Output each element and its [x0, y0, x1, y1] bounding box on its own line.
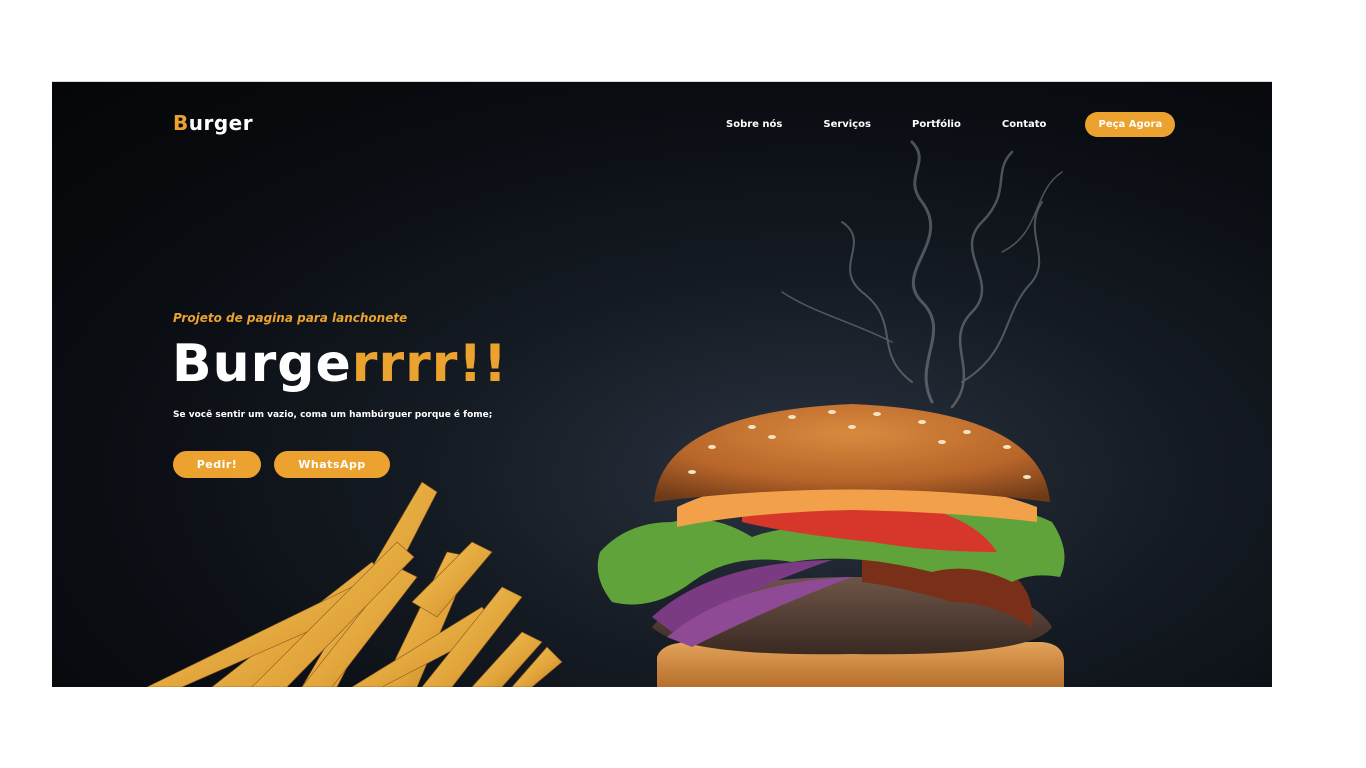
logo-initial: B — [173, 111, 189, 135]
headline-orange-part: rrrr!! — [351, 334, 508, 394]
headline-white-part: Burge — [172, 334, 352, 394]
order-now-button[interactable]: Peça Agora — [1085, 112, 1176, 137]
brand-logo[interactable]: Burger — [173, 111, 253, 135]
whatsapp-button[interactable]: WhatsApp — [274, 451, 390, 478]
nav-item-portfolio[interactable]: Portfólio — [912, 119, 961, 130]
logo-text: urger — [188, 111, 254, 135]
hero-subtitle: Projeto de pagina para lanchonete — [173, 311, 408, 325]
hero-headline: Burgerrrr!! — [172, 332, 508, 396]
hero-section: Burger Sobre nós Serviços Portfólio Cont… — [52, 82, 1272, 687]
nav-item-contato[interactable]: Contato — [1002, 119, 1047, 130]
nav-item-sobre-nos[interactable]: Sobre nós — [726, 119, 782, 130]
main-nav: Sobre nós Serviços Portfólio Contato Peç… — [726, 112, 1176, 137]
hero-description: Se você sentir um vazio, coma um hambúrg… — [173, 410, 493, 420]
nav-item-servicos[interactable]: Serviços — [823, 119, 871, 130]
order-button[interactable]: Pedir! — [173, 451, 261, 478]
